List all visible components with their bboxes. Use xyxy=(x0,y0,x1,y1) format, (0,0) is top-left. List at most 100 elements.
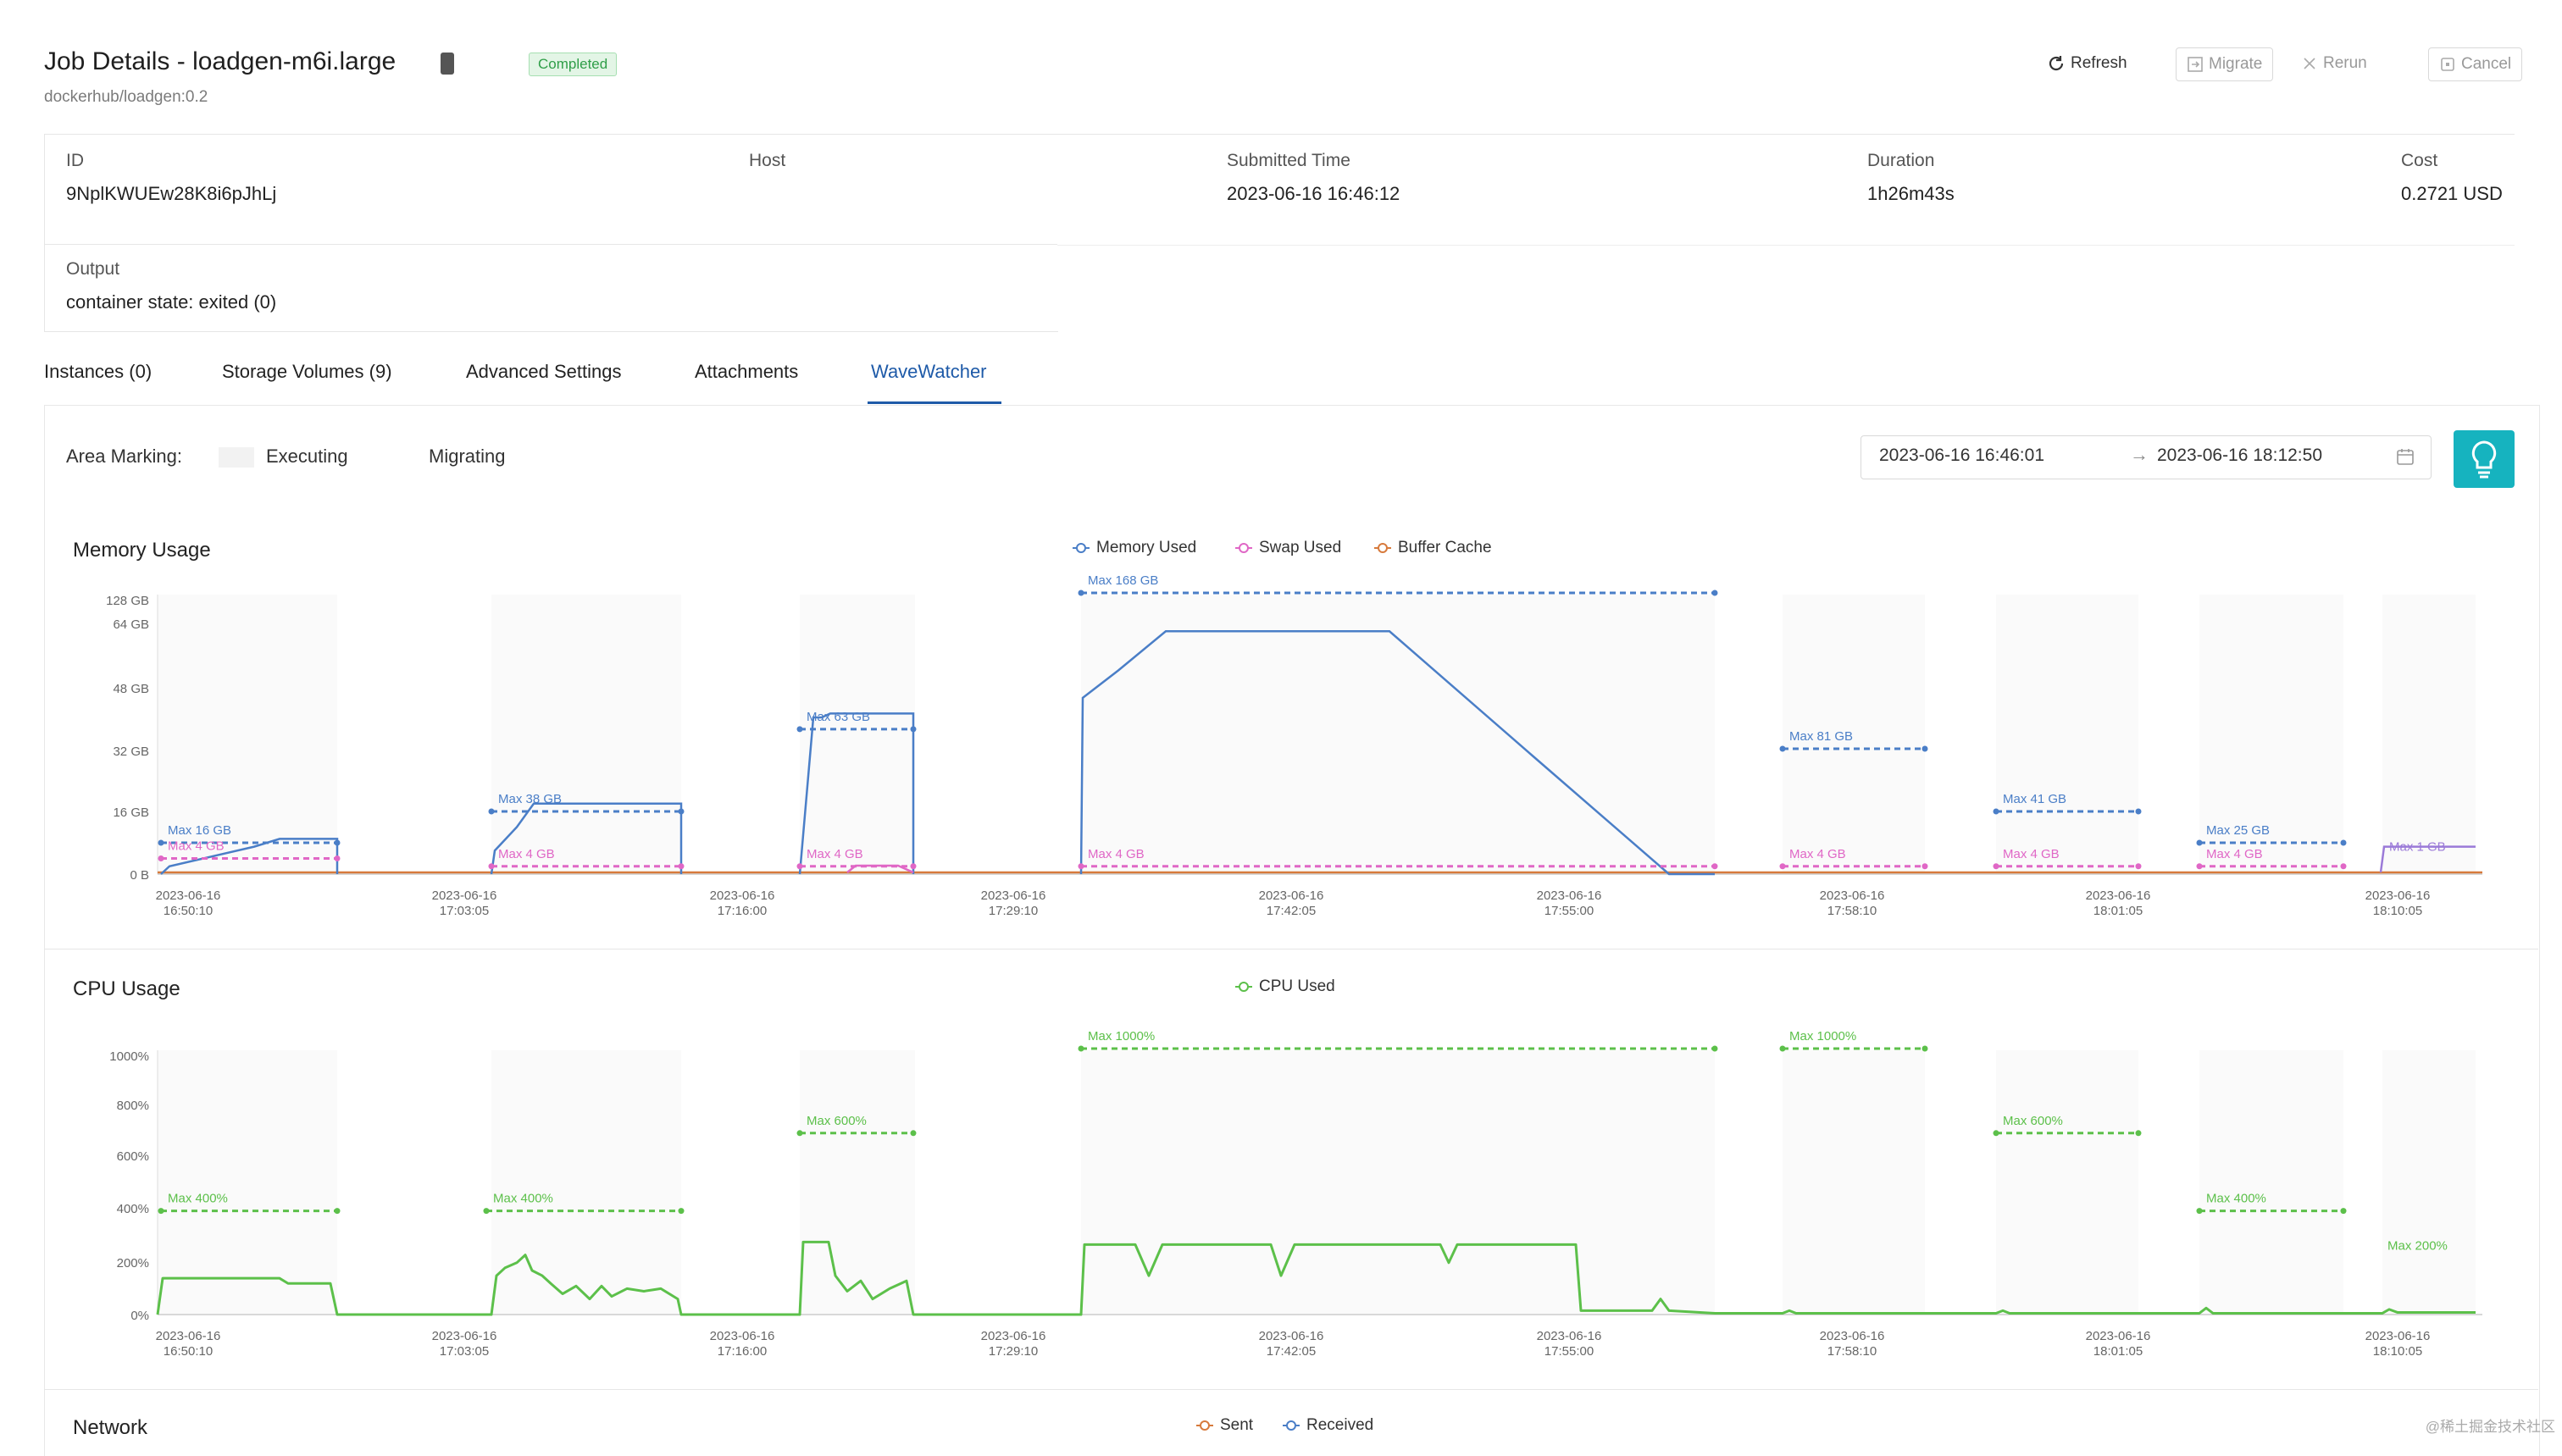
max-marker-dot xyxy=(488,808,495,815)
max-marker-dot xyxy=(910,1130,917,1137)
max-marker-dot xyxy=(483,1208,490,1215)
max-marker-dot xyxy=(1078,1045,1084,1052)
job-tag-badge xyxy=(441,53,454,75)
x-tick-time: 17:29:10 xyxy=(989,904,1038,918)
cpu-chart-title: CPU Usage xyxy=(73,977,180,1000)
x-tick-time: 18:01:05 xyxy=(2093,1344,2143,1359)
info-divider xyxy=(44,244,1057,245)
tab-advanced-settings[interactable]: Advanced Settings xyxy=(466,361,621,383)
max-marker-dot xyxy=(158,839,164,846)
max-marker-label: Max 25 GB xyxy=(2206,823,2270,838)
legend-cpu-used[interactable]: CPU Used xyxy=(1234,977,1335,996)
refresh-button[interactable]: Refresh xyxy=(2037,47,2138,80)
duration-label: Duration xyxy=(1867,151,1935,170)
max-marker-label: Max 38 GB xyxy=(498,792,562,806)
output-label: Output xyxy=(66,259,120,279)
migrating-toggle[interactable]: Migrating xyxy=(429,446,505,468)
migrate-button[interactable]: Migrate xyxy=(2176,47,2274,81)
max-marker-label: Max 4 GB xyxy=(1088,847,1145,861)
x-tick-time: 17:42:05 xyxy=(1267,1344,1316,1359)
y-tick-label: 48 GB xyxy=(113,682,149,696)
tab-wavewatcher[interactable]: WaveWatcher xyxy=(871,361,987,383)
x-tick-date: 2023-06-16 xyxy=(710,1329,775,1343)
max-marker-dot xyxy=(1711,1045,1718,1052)
cpu-usage-chart: 0%200%400%600%800%1000%2023-06-1616:50:1… xyxy=(109,1029,2482,1359)
legend-sent[interactable]: Sent xyxy=(1195,1416,1253,1435)
legend-memory-used[interactable]: Memory Used xyxy=(1071,539,1196,557)
y-tick-label: 200% xyxy=(117,1256,149,1271)
cpu-used-legend-icon xyxy=(1235,981,1252,992)
executing-toggle[interactable]: Executing xyxy=(266,446,348,468)
range-start-input[interactable]: 2023-06-16 16:46:01 xyxy=(1879,446,2044,466)
legend-swap-used[interactable]: Swap Used xyxy=(1234,539,1341,557)
migrate-icon xyxy=(2188,57,2203,72)
x-tick-time: 18:10:05 xyxy=(2373,1344,2422,1359)
x-tick-date: 2023-06-16 xyxy=(1820,1329,1885,1343)
max-marker-dot xyxy=(334,839,341,846)
legend-buffer-cache[interactable]: Buffer Cache xyxy=(1372,539,1492,557)
y-tick-label: 400% xyxy=(117,1202,149,1216)
max-marker-dot xyxy=(796,1130,803,1137)
max-marker-dot xyxy=(2196,863,2203,870)
range-arrow-icon: → xyxy=(2130,444,2149,465)
tab-instances[interactable]: Instances (0) xyxy=(44,361,152,383)
max-marker-dot xyxy=(488,863,495,870)
memory-usage-chart: 0 B16 GB32 GB48 GB64 GB128 GB2023-06-161… xyxy=(106,576,2482,918)
insights-button[interactable] xyxy=(2454,430,2515,488)
submitted-time-value: 2023-06-16 16:46:12 xyxy=(1227,183,1400,204)
segment-bg xyxy=(1783,1050,1925,1315)
y-tick-label: 0 B xyxy=(130,868,149,883)
host-label: Host xyxy=(749,151,786,170)
x-tick-time: 17:03:05 xyxy=(440,904,489,918)
max-marker-label: Max 4 GB xyxy=(498,847,555,861)
segment-bg xyxy=(2382,1050,2476,1315)
x-tick-time: 17:58:10 xyxy=(1827,1344,1877,1359)
legend-received-label: Received xyxy=(1306,1416,1374,1434)
segment-bg xyxy=(1996,1050,2138,1315)
cancel-button[interactable]: Cancel xyxy=(2428,47,2523,81)
cost-value: 0.2721 USD xyxy=(2401,183,2503,204)
x-tick-time: 18:01:05 xyxy=(2093,904,2143,918)
max-marker-dot xyxy=(678,808,685,815)
max-marker-dot xyxy=(1922,1045,1928,1052)
legend-received[interactable]: Received xyxy=(1281,1416,1373,1435)
x-tick-date: 2023-06-16 xyxy=(981,1329,1046,1343)
x-tick-date: 2023-06-16 xyxy=(2365,1329,2431,1343)
max-marker-label: Max 400% xyxy=(168,1192,228,1206)
max-marker-label: Max 600% xyxy=(807,1114,867,1128)
tab-storage-volumes[interactable]: Storage Volumes (9) xyxy=(222,361,392,383)
calendar-icon[interactable] xyxy=(2396,447,2415,466)
tab-attachments[interactable]: Attachments xyxy=(695,361,798,383)
range-end-input[interactable]: 2023-06-16 18:12:50 xyxy=(2157,446,2322,466)
legend-swap-used-label: Swap Used xyxy=(1259,539,1342,556)
max-marker-dot xyxy=(1711,863,1718,870)
id-value: 9NplKWUEw28K8i6pJhLj xyxy=(66,183,277,204)
max-marker-label: Max 400% xyxy=(2206,1192,2266,1206)
received-legend-icon xyxy=(1283,1420,1300,1431)
legend-buffer-cache-label: Buffer Cache xyxy=(1398,539,1492,556)
segment-bg xyxy=(2382,595,2476,874)
max-marker-label: Max 168 GB xyxy=(1088,576,1158,588)
max-marker-dot xyxy=(334,855,341,861)
segment-bg xyxy=(158,1050,337,1315)
x-tick-time: 17:55:00 xyxy=(1544,904,1594,918)
x-tick-date: 2023-06-16 xyxy=(1820,889,1885,903)
segment-bg xyxy=(1081,1050,1715,1315)
id-label: ID xyxy=(66,151,84,170)
lightbulb-icon xyxy=(2471,440,2497,479)
swap-used-legend-icon xyxy=(1235,542,1252,553)
page-title: Job Details - loadgen-m6i.large xyxy=(44,47,396,75)
network-chart-title: Network xyxy=(73,1416,148,1439)
x-tick-date: 2023-06-16 xyxy=(2086,1329,2151,1343)
max-marker-dot xyxy=(678,1208,685,1215)
max-marker-dot xyxy=(1779,863,1786,870)
max-marker-dot xyxy=(2196,1208,2203,1215)
max-marker-dot xyxy=(796,726,803,733)
rerun-button[interactable]: Rerun xyxy=(2291,47,2377,80)
max-marker-dot xyxy=(1993,863,1999,870)
max-marker-label: Max 400% xyxy=(493,1192,553,1206)
status-badge: Completed xyxy=(529,53,618,76)
segment-bg xyxy=(491,1050,681,1315)
x-tick-time: 17:29:10 xyxy=(989,1344,1038,1359)
legend-memory-used-label: Memory Used xyxy=(1096,539,1197,556)
